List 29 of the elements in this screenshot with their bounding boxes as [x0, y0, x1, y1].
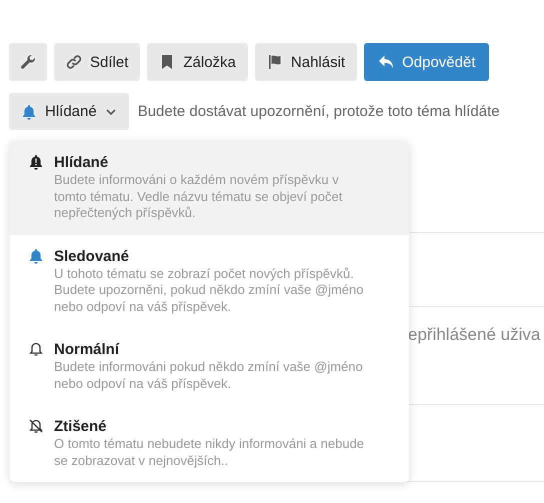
option-title: Ztišené — [54, 417, 108, 436]
menu-item[interactable]: Normální Budete informováni pokud někdo zmíní vaše @jméno nebo odpoví na váš příspěvek. — [10, 328, 409, 405]
tools-button[interactable] — [9, 43, 47, 81]
notification-reason: Budete dostávat upozornění, protože toto téma hlídáte — [138, 103, 500, 120]
post-text: epřihlášené uživa — [408, 325, 540, 345]
menu-item[interactable]: Hlídané Budete informováni o každém novém příspěvku v tomto tématu. Vedle názvu tématu se objeví počet nepřečtených příspěvků. — [10, 141, 409, 234]
bell-alert-icon — [28, 154, 44, 170]
menu-item[interactable]: Sledované U tohoto tématu se zobrazí počet nových příspěvků. Budete upozorněni, pokud někdo zmíní vaše @jméno nebo odpoví na váš příspěvek. — [10, 234, 409, 328]
option-title: Hlídané — [54, 153, 110, 172]
menu-item[interactable]: Ztišené O tomto tématu nebudete nikdy informováni a nebude se zobrazovat v nejnovějších.. — [10, 405, 409, 482]
bell-icon — [28, 248, 44, 264]
bell-off-icon — [28, 418, 44, 434]
toolbar-button[interactable]: Sdílet — [54, 43, 140, 81]
notification-dropdown[interactable]: Hlídané — [9, 93, 129, 130]
toolbar-button[interactable]: Nahlásit — [254, 43, 358, 81]
wrench-icon — [20, 54, 36, 70]
option-title: Normální — [54, 340, 120, 359]
link-icon — [66, 54, 82, 70]
toolbar-button[interactable]: Záložka — [147, 43, 248, 81]
reply-button[interactable]: Odpovědět — [364, 43, 490, 81]
option-description: O tomto tématu nebudete nikdy informováni a nebude se zobrazovat v nejnovějších.. — [54, 436, 366, 469]
option-description: U tohoto tématu se zobrazí počet nových příspěvků. Budete upozorněni, pokud někdo zmíní vaše @jméno nebo odpoví na váš příspěvek. — [54, 266, 364, 315]
flag-icon — [266, 54, 283, 70]
bell-outline-icon — [28, 341, 44, 357]
option-description: Budete informováni pokud někdo zmíní vaše @jméno nebo odpoví na váš příspěvek. — [54, 359, 364, 392]
bell-icon — [21, 104, 37, 120]
option-description: Budete informováni o každém novém příspěvku v tomto tématu. Vedle názvu tématu se objeví počet nepřečtených příspěvků. — [54, 172, 344, 222]
option-title: Sledované — [54, 246, 130, 266]
reply-icon — [378, 54, 394, 70]
